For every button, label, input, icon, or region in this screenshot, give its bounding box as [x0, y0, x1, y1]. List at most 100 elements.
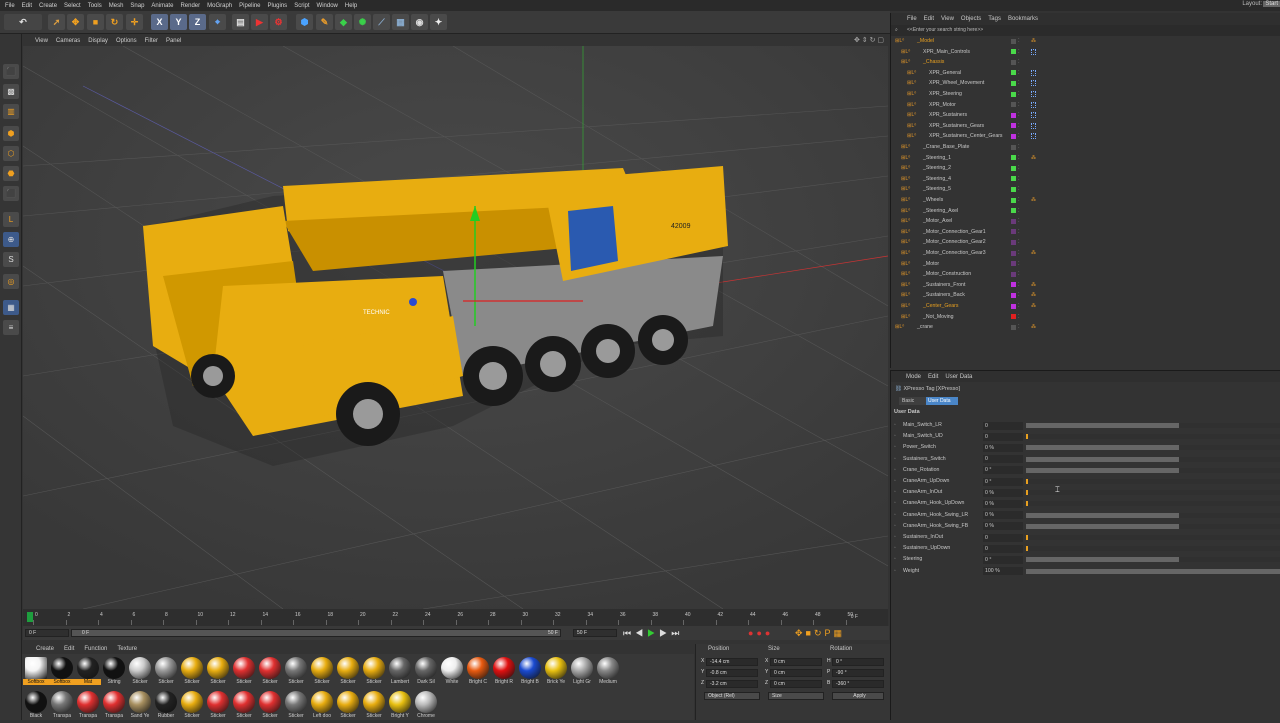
object-row[interactable]: ⊞L⁰ _Motor_Connection_Gear1 ⁚: [891, 227, 1280, 238]
keyframe-selection-icon[interactable]: ●: [765, 628, 773, 638]
visibility-dots-icon[interactable]: ⁚: [1018, 206, 1020, 217]
position-field[interactable]: -14.4 cm: [706, 658, 758, 666]
material-swatch[interactable]: Sticker: [232, 656, 256, 689]
camera-button[interactable]: ◉: [411, 14, 428, 30]
material-swatch[interactable]: Sticker: [180, 690, 204, 723]
menu-script[interactable]: Script: [294, 3, 309, 9]
material-swatch[interactable]: Sticker: [284, 690, 308, 723]
coordinate-mode-select[interactable]: Object (Rel): [704, 692, 760, 700]
layer-color-swatch[interactable]: [1011, 144, 1016, 150]
timeline-ruler[interactable]: 0 2 4 6 8 10 12 14 16 18 20 22 24 26 28 30 32 34 36 38 40 42 4…: [23, 609, 888, 626]
object-row[interactable]: ⊞L⁰ XPR_Wheel_Movement ⁚: [891, 78, 1280, 89]
layer-color-swatch[interactable]: [1011, 282, 1016, 288]
animation-dot-icon[interactable]: ◦: [894, 554, 896, 565]
layer-color-swatch[interactable]: [1011, 59, 1016, 65]
visibility-dots-icon[interactable]: ⁚: [1018, 89, 1020, 100]
rotation-field[interactable]: -90 °: [832, 669, 884, 677]
object-row[interactable]: ⊞L⁰ _crane ⁚ ⁂: [891, 322, 1280, 333]
object-menu-edit[interactable]: Edit: [924, 16, 934, 22]
user-data-slider[interactable]: [1026, 456, 1179, 462]
layer-color-swatch[interactable]: [1011, 208, 1016, 214]
tag-icon[interactable]: ⁂: [1031, 290, 1036, 301]
menu-pipeline[interactable]: Pipeline: [239, 3, 260, 9]
menu-select[interactable]: Select: [64, 3, 81, 9]
object-row[interactable]: ⊞L⁰ _Steering_Axel ⁚: [891, 206, 1280, 217]
layer-color-swatch[interactable]: [1011, 197, 1016, 203]
animation-dot-icon[interactable]: ◦: [894, 487, 896, 498]
attr-menu-edit[interactable]: Edit: [928, 374, 938, 380]
material-swatch[interactable]: Softbox: [23, 656, 49, 689]
menu-plugins[interactable]: Plugins: [268, 3, 288, 9]
menu-mesh[interactable]: Mesh: [109, 3, 124, 9]
object-row[interactable]: ⊞L⁰ _Steering_2 ⁚: [891, 163, 1280, 174]
user-data-slider[interactable]: [1026, 445, 1179, 451]
object-row[interactable]: ⊞L⁰ XPR_General ⁚: [891, 68, 1280, 79]
rotation-key-icon[interactable]: ↻: [814, 628, 825, 638]
object-row[interactable]: ⊞L⁰ _Steering_5 ⁚: [891, 184, 1280, 195]
object-row[interactable]: ⊞L⁰ _Motor_Connection_Gear2 ⁚: [891, 237, 1280, 248]
user-data-value-field[interactable]: 0: [983, 432, 1023, 441]
object-row[interactable]: ⊞L⁰ XPR_Motor ⁚: [891, 100, 1280, 111]
rotation-field[interactable]: -360 °: [832, 680, 884, 688]
user-data-slider[interactable]: [1026, 535, 1028, 540]
material-swatch[interactable]: Left doo: [310, 690, 334, 723]
user-data-value-field[interactable]: 0 %: [983, 522, 1023, 531]
user-data-slider[interactable]: [1026, 434, 1028, 440]
material-swatch[interactable]: Light Gr: [570, 656, 594, 689]
material-swatch[interactable]: Lambert: [388, 656, 412, 689]
visibility-dots-icon[interactable]: ⁚: [1018, 195, 1020, 206]
render-picture-viewer-button[interactable]: ▶: [251, 14, 268, 30]
attr-menu-userdata[interactable]: User Data: [945, 374, 972, 380]
material-swatch[interactable]: Sticker: [258, 656, 282, 689]
material-swatch[interactable]: Softbox: [49, 656, 75, 689]
material-swatch[interactable]: Sticker: [154, 656, 178, 689]
layer-color-swatch[interactable]: [1011, 176, 1016, 182]
edges-mode-button[interactable]: ⬡: [3, 146, 19, 161]
attr-menu-mode[interactable]: Mode: [906, 374, 921, 380]
object-row[interactable]: ⊞L⁰ XPR_Sustainers ⁚: [891, 110, 1280, 121]
animation-dot-icon[interactable]: ◦: [894, 532, 896, 543]
user-data-slider-track[interactable]: [1026, 501, 1280, 507]
user-data-slider[interactable]: [1026, 501, 1028, 507]
model-mode-button[interactable]: ⬛: [3, 64, 19, 79]
user-data-slider-track[interactable]: [1026, 434, 1280, 440]
visibility-dots-icon[interactable]: ⁚: [1018, 227, 1020, 238]
material-swatch[interactable]: Rubber: [154, 690, 178, 723]
visibility-dots-icon[interactable]: ⁚: [1018, 280, 1020, 291]
user-data-slider-track[interactable]: [1026, 479, 1280, 484]
animation-dot-icon[interactable]: ◦: [894, 543, 896, 554]
cloner-button[interactable]: ✺: [354, 14, 371, 30]
tab-user-data[interactable]: User Data: [926, 397, 958, 405]
object-row[interactable]: ⊞L⁰ _Chassis ⁚: [891, 57, 1280, 68]
layer-color-swatch[interactable]: [1011, 271, 1016, 277]
transform-tool-button[interactable]: ✛: [126, 14, 143, 30]
animation-dot-icon[interactable]: ◦: [894, 431, 896, 442]
visibility-dots-icon[interactable]: ⁚: [1018, 301, 1020, 312]
tab-basic[interactable]: Basic: [899, 397, 929, 405]
menu-file[interactable]: File: [5, 3, 15, 9]
animation-dot-icon[interactable]: ◦: [894, 420, 896, 431]
key-type-buttons[interactable]: ✥■↻P▦: [795, 628, 845, 639]
layer-color-swatch[interactable]: [1011, 303, 1016, 309]
visibility-dots-icon[interactable]: ⁚: [1018, 36, 1020, 47]
object-menu-view[interactable]: View: [941, 16, 954, 22]
user-data-slider[interactable]: [1026, 568, 1280, 574]
user-data-slider[interactable]: [1026, 523, 1179, 529]
object-row[interactable]: ⊞L⁰ _Motor_Construction ⁚: [891, 269, 1280, 280]
viewport-menu-view[interactable]: View: [35, 38, 48, 44]
viewport-nav-icons[interactable]: ✥ ⇕ ↻ ▢: [854, 36, 884, 44]
viewport-menu-display[interactable]: Display: [88, 38, 108, 44]
floor-button[interactable]: ▦: [392, 14, 409, 30]
tag-icon[interactable]: ⁂: [1031, 301, 1036, 312]
menu-edit[interactable]: Edit: [22, 3, 32, 9]
coordinate-system-button[interactable]: ⌖: [209, 14, 226, 30]
xpresso-tag-icon[interactable]: [1031, 133, 1036, 140]
tag-icon[interactable]: ⁂: [1031, 280, 1036, 291]
user-data-value-field[interactable]: 0 %: [983, 511, 1023, 520]
visibility-dots-icon[interactable]: ⁚: [1018, 322, 1020, 333]
visibility-dots-icon[interactable]: ⁚: [1018, 131, 1020, 142]
xpresso-tag-icon[interactable]: [1031, 69, 1036, 76]
playback-buttons[interactable]: ⏮◀▶▶⏭: [623, 628, 683, 639]
material-swatch[interactable]: Sticker: [362, 656, 386, 689]
visibility-dots-icon[interactable]: ⁚: [1018, 153, 1020, 164]
